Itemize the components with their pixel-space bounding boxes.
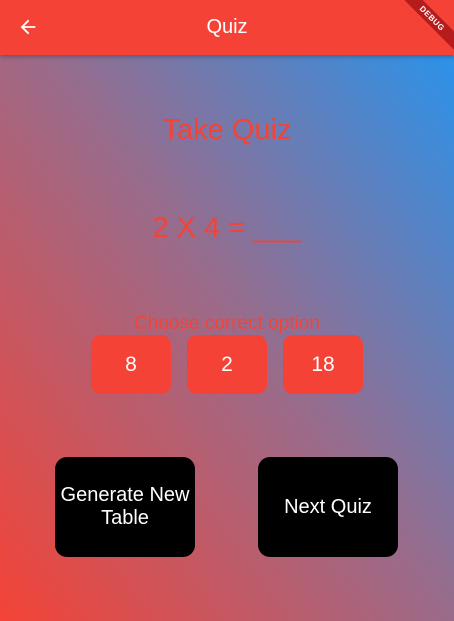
next-quiz-button[interactable]: Next Quiz: [258, 457, 398, 557]
page-title: Take Quiz: [162, 114, 292, 146]
quiz-question: 2 X 4 = ___: [152, 212, 302, 244]
answer-options: 8 2 18: [91, 335, 363, 394]
instruction-text: Choose correct option: [134, 313, 320, 334]
generate-new-table-label: Generate New Table: [60, 484, 190, 529]
next-quiz-label: Next Quiz: [284, 495, 372, 518]
generate-new-table-button[interactable]: Generate New Table: [55, 457, 195, 557]
app-bar: Quiz: [0, 0, 454, 55]
quiz-screen: Quiz DEBUG Take Quiz 2 X 4 = ___ Choose …: [0, 0, 454, 621]
option-button-3[interactable]: 18: [283, 335, 363, 394]
option-button-1[interactable]: 8: [91, 335, 171, 394]
option-button-2[interactable]: 2: [187, 335, 267, 394]
app-bar-title: Quiz: [206, 16, 248, 38]
